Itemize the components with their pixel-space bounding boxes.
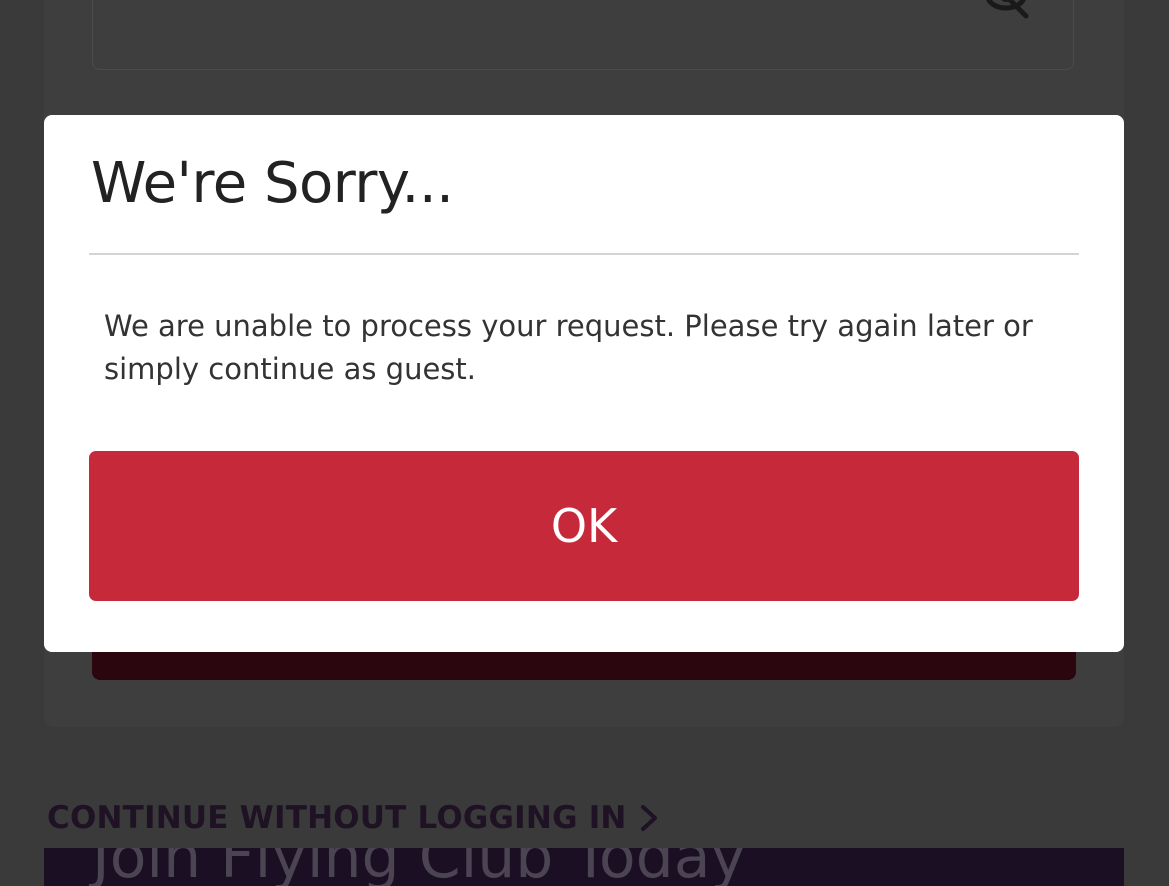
- ok-button[interactable]: OK: [89, 451, 1079, 601]
- error-dialog: We're Sorry... We are unable to process …: [44, 115, 1124, 652]
- dialog-divider: [89, 253, 1079, 255]
- password-field[interactable]: [92, 0, 1074, 70]
- continue-without-login-link[interactable]: CONTINUE WITHOUT LOGGING IN: [47, 800, 661, 836]
- promo-heading: Join Flying Club Today: [92, 848, 746, 886]
- promo-banner: Join Flying Club Today: [44, 848, 1124, 886]
- dialog-message: We are unable to process your request. P…: [104, 309, 1033, 386]
- continue-link-label: CONTINUE WITHOUT LOGGING IN: [47, 800, 627, 836]
- chevron-right-icon: [640, 805, 657, 831]
- dialog-title: We're Sorry...: [91, 151, 454, 216]
- eye-slash-icon[interactable]: [980, 0, 1032, 20]
- page: CONTINUE WITHOUT LOGGING IN Join Flying …: [0, 0, 1169, 886]
